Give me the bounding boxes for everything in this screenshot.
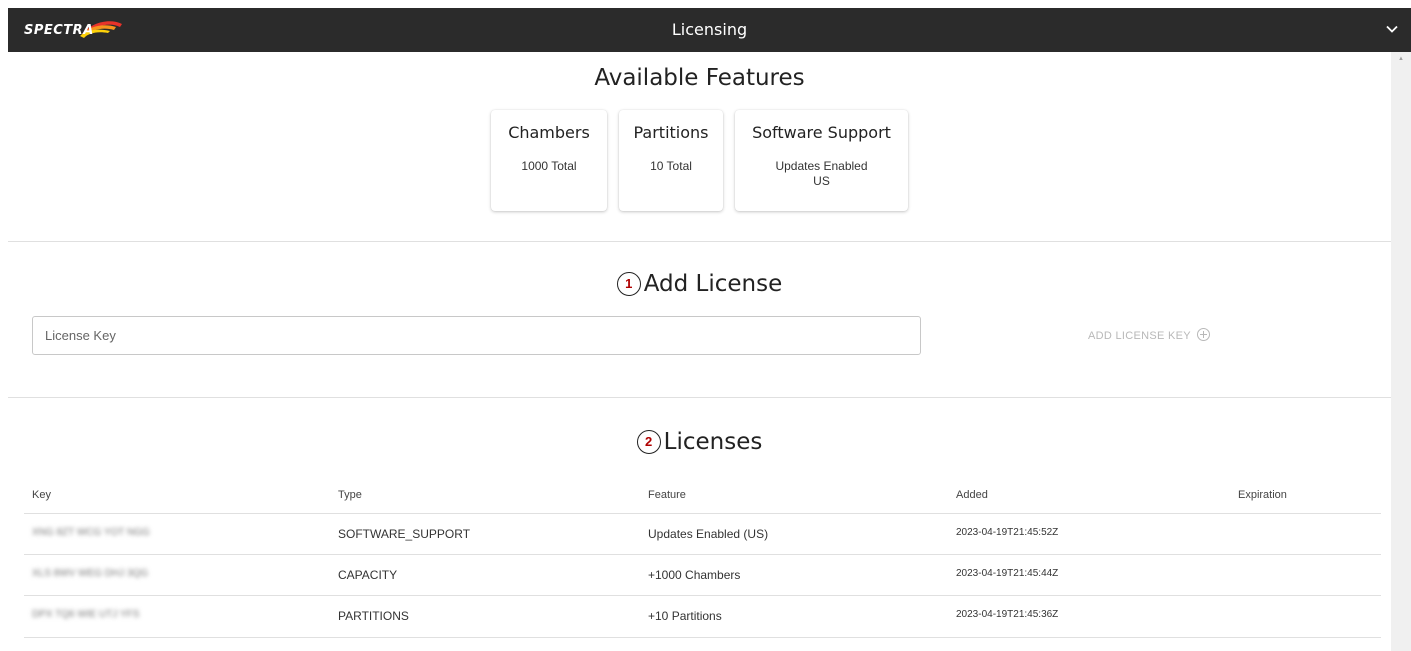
feature-card-software-support: Software Support Updates Enabled US xyxy=(735,110,908,211)
column-header-key[interactable]: Key xyxy=(32,489,51,501)
license-type-cell: SOFTWARE_SUPPORT xyxy=(338,527,471,541)
section-divider xyxy=(8,397,1391,398)
app-title: Licensing xyxy=(671,20,748,39)
licenses-heading: Licenses xyxy=(663,429,763,455)
card-title: Chambers xyxy=(508,123,590,142)
license-key-cell: DPX TQ6 WIE UTJ YFS xyxy=(32,609,140,620)
license-key-cell: XLS 8WV WEG DHJ 3QG xyxy=(32,568,149,579)
license-key-cell: XNG 8ZT WCG YOT NGG xyxy=(32,527,150,538)
main-content: Available Features Chambers 1000 Total P… xyxy=(8,52,1391,651)
license-feature-cell: Updates Enabled (US) xyxy=(648,527,769,541)
license-added-cell: 2023-04-19T21:45:44Z xyxy=(956,568,1059,579)
add-license-key-button[interactable]: ADD LICENSE KEY xyxy=(1088,328,1211,342)
step-badge: 2 xyxy=(636,430,661,454)
window-frame xyxy=(0,0,8,651)
add-license-heading-row: 1 Add License xyxy=(8,271,1391,297)
license-key-input[interactable] xyxy=(32,316,921,355)
scroll-up-arrow-icon[interactable]: ▲ xyxy=(1398,56,1404,62)
license-type-cell: CAPACITY xyxy=(338,568,398,582)
card-value: Updates Enabled xyxy=(775,159,868,173)
card-title: Partitions xyxy=(633,123,709,142)
licenses-heading-row: 2 Licenses xyxy=(8,429,1391,455)
card-value: 1000 Total xyxy=(521,159,577,173)
add-circle-icon xyxy=(1197,328,1211,341)
column-header-feature[interactable]: Feature xyxy=(648,489,686,501)
table-bottom-border xyxy=(24,637,1381,638)
card-value: 10 Total xyxy=(650,159,692,173)
step-badge: 1 xyxy=(616,272,641,296)
section-divider xyxy=(8,241,1391,242)
app-header: SPECTRA Licensing xyxy=(8,8,1411,52)
add-license-key-label: ADD LICENSE KEY xyxy=(1088,330,1191,342)
column-header-added[interactable]: Added xyxy=(956,489,988,501)
license-added-cell: 2023-04-19T21:45:36Z xyxy=(956,609,1059,620)
feature-card-partitions: Partitions 10 Total xyxy=(619,110,723,211)
license-added-cell: 2023-04-19T21:45:52Z xyxy=(956,527,1059,538)
add-license-heading: Add License xyxy=(643,271,783,297)
license-feature-cell: +10 Partitions xyxy=(648,609,722,623)
chevron-down-icon[interactable] xyxy=(1385,22,1399,36)
card-title: Software Support xyxy=(752,123,891,142)
table-row[interactable]: XLS 8WV WEG DHJ 3QG CAPACITY +1000 Chamb… xyxy=(24,554,1381,596)
feature-card-chambers: Chambers 1000 Total xyxy=(491,110,607,211)
column-header-type[interactable]: Type xyxy=(338,489,362,501)
vertical-scrollbar[interactable]: ▲ xyxy=(1391,52,1411,651)
table-row[interactable]: XNG 8ZT WCG YOT NGG SOFTWARE_SUPPORT Upd… xyxy=(24,513,1381,555)
table-row[interactable]: DPX TQ6 WIE UTJ YFS PARTITIONS +10 Parti… xyxy=(24,595,1381,637)
available-features-heading: Available Features xyxy=(594,65,805,91)
license-type-cell: PARTITIONS xyxy=(338,609,409,623)
card-value-region: US xyxy=(813,174,830,188)
license-feature-cell: +1000 Chambers xyxy=(648,568,741,582)
column-header-expiration[interactable]: Expiration xyxy=(1238,489,1287,501)
